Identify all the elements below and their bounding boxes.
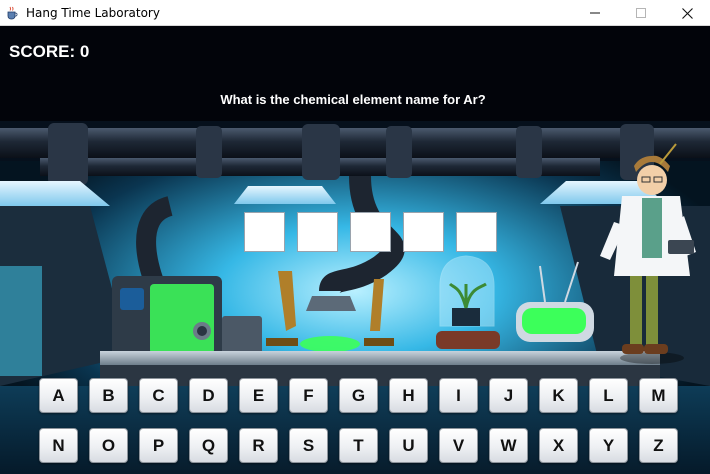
letter-key-d[interactable]: D	[189, 378, 228, 413]
answer-slot-2	[297, 212, 338, 252]
answer-slots	[244, 212, 497, 252]
letter-key-u[interactable]: U	[389, 428, 428, 463]
letter-key-j[interactable]: J	[489, 378, 528, 413]
answer-slot-5	[456, 212, 497, 252]
letter-key-g[interactable]: G	[339, 378, 378, 413]
letter-key-q[interactable]: Q	[189, 428, 228, 463]
letter-key-l[interactable]: L	[589, 378, 628, 413]
answer-slot-4	[403, 212, 444, 252]
letter-key-r[interactable]: R	[239, 428, 278, 463]
letter-key-e[interactable]: E	[239, 378, 278, 413]
letter-key-v[interactable]: V	[439, 428, 478, 463]
letter-key-b[interactable]: B	[89, 378, 128, 413]
window-titlebar: Hang Time Laboratory	[0, 0, 710, 26]
minimize-button[interactable]	[572, 0, 618, 26]
letter-key-m[interactable]: M	[639, 378, 678, 413]
maximize-icon	[636, 8, 646, 18]
letter-key-k[interactable]: K	[539, 378, 578, 413]
letter-key-h[interactable]: H	[389, 378, 428, 413]
window-title: Hang Time Laboratory	[26, 5, 160, 20]
java-cup-icon	[4, 5, 20, 21]
minimize-icon	[590, 12, 600, 14]
letter-key-i[interactable]: I	[439, 378, 478, 413]
answer-slot-1	[244, 212, 285, 252]
answer-slot-3	[350, 212, 391, 252]
letter-key-x[interactable]: X	[539, 428, 578, 463]
letter-key-y[interactable]: Y	[589, 428, 628, 463]
window-controls	[572, 0, 710, 26]
letter-key-t[interactable]: T	[339, 428, 378, 463]
letter-key-a[interactable]: A	[39, 378, 78, 413]
maximize-button[interactable]	[618, 0, 664, 26]
letter-key-f[interactable]: F	[289, 378, 328, 413]
letter-key-z[interactable]: Z	[639, 428, 678, 463]
letter-key-n[interactable]: N	[39, 428, 78, 463]
letter-key-w[interactable]: W	[489, 428, 528, 463]
letter-key-s[interactable]: S	[289, 428, 328, 463]
letter-key-c[interactable]: C	[139, 378, 178, 413]
keyboard-row-2: N O P Q R S T U V W X Y Z	[39, 428, 678, 463]
score-label: SCORE: 0	[9, 42, 90, 61]
letter-key-o[interactable]: O	[89, 428, 128, 463]
keyboard-row-1: A B C D E F G H I J K L M	[39, 378, 678, 413]
close-button[interactable]	[664, 0, 710, 26]
letter-key-p[interactable]: P	[139, 428, 178, 463]
game-area: SCORE: 0 What is the chemical element na…	[0, 26, 710, 474]
question-text: What is the chemical element name for Ar…	[220, 92, 486, 107]
close-icon	[681, 7, 693, 19]
